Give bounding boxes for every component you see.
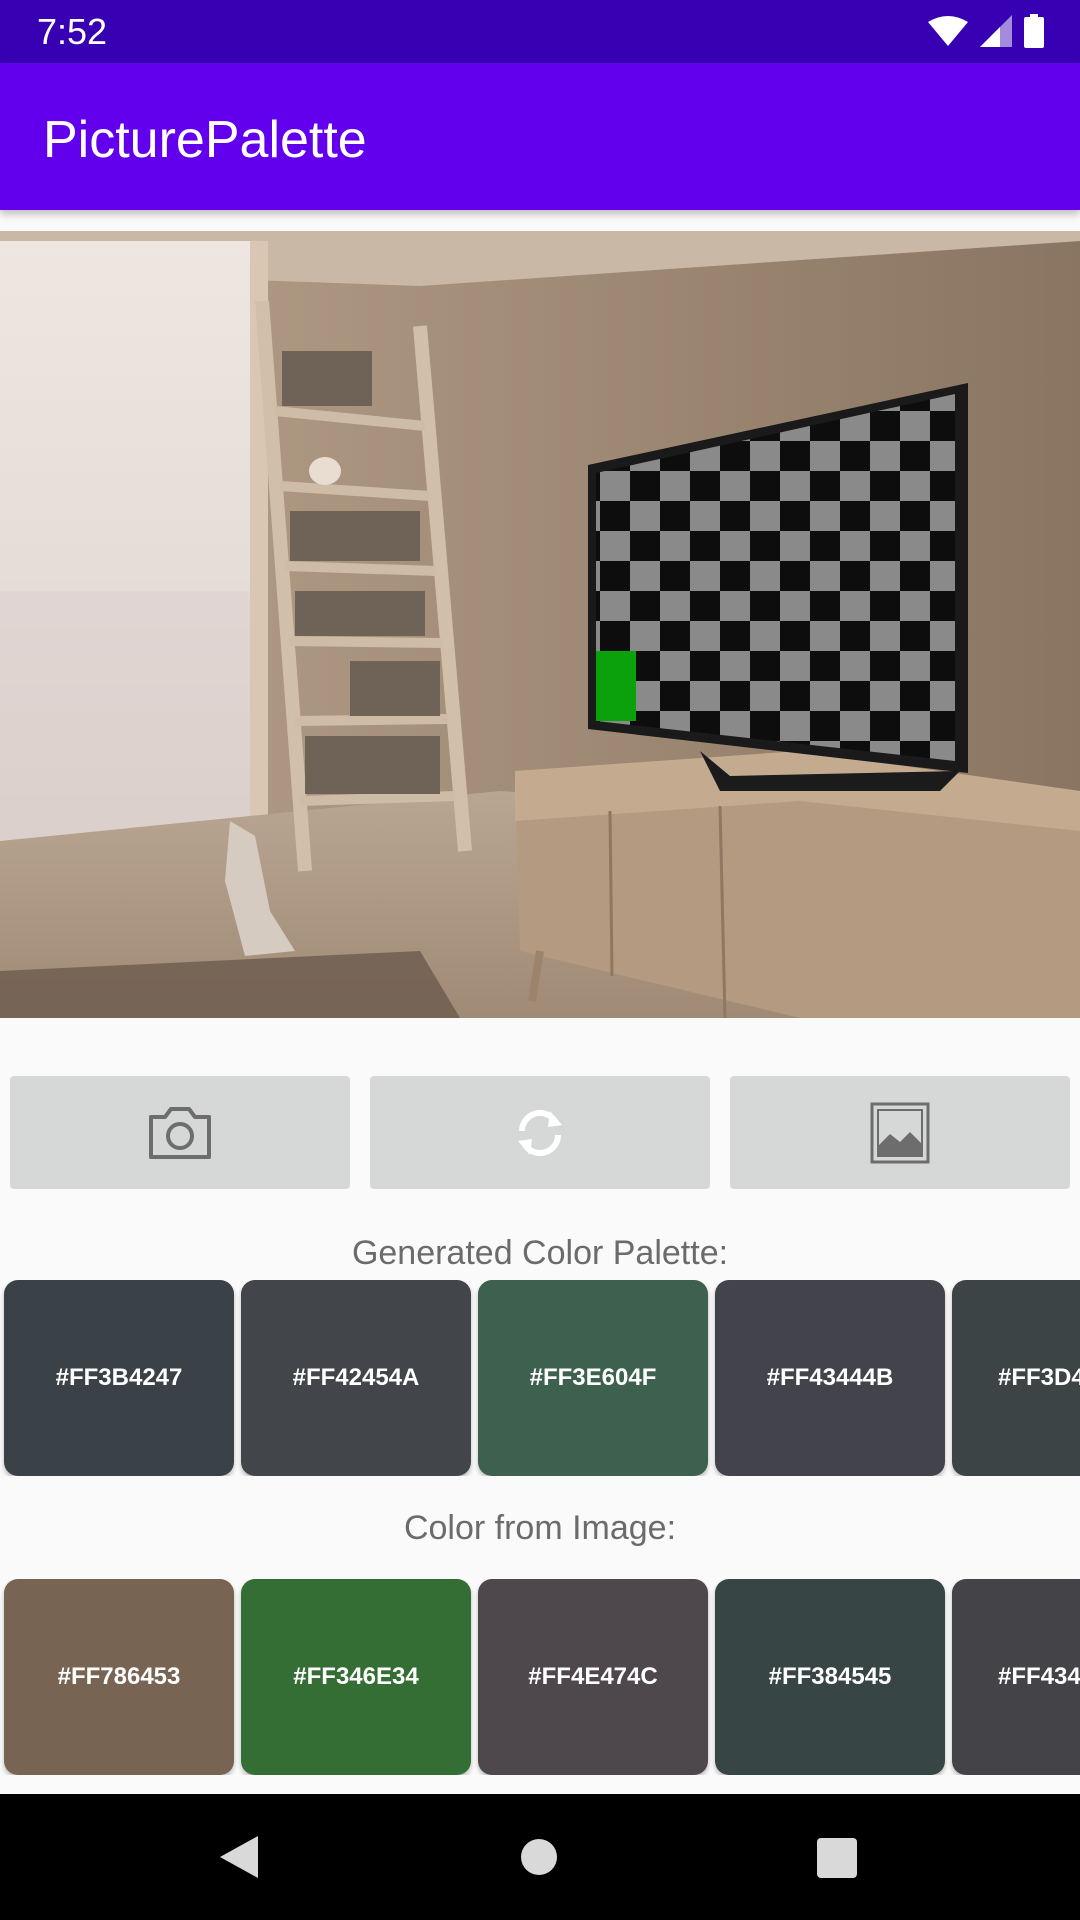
app-title: PicturePalette (43, 111, 367, 169)
back-icon[interactable] (218, 1834, 260, 1880)
status-icons (928, 14, 1044, 48)
generated-swatch[interactable]: #FF3E604F (478, 1280, 708, 1476)
image-swatch[interactable]: #FF4E474C (478, 1579, 708, 1775)
image-palette-label: Color from Image: (403, 1509, 677, 1547)
camera-button[interactable] (10, 1076, 350, 1189)
image-icon (870, 1102, 930, 1163)
refresh-button[interactable] (370, 1076, 710, 1189)
navigation-bar (0, 1794, 1080, 1920)
home-icon[interactable] (520, 1838, 558, 1876)
signal-icon (980, 15, 1012, 47)
picture-preview (0, 231, 1080, 1018)
highlighted-color-region (596, 651, 636, 721)
generated-swatch[interactable]: #FF43444B (715, 1280, 945, 1476)
room-photo (0, 231, 1080, 1018)
status-bar: 7:52 (0, 0, 1080, 63)
camera-icon (149, 1106, 211, 1159)
image-swatch[interactable]: #FF434 (952, 1579, 1080, 1775)
refresh-icon (518, 1109, 562, 1156)
battery-icon (1024, 14, 1044, 48)
image-palette-row: #FF786453 #FF346E34 #FF4E474C #FF384545 … (0, 1579, 1080, 1775)
generated-swatch[interactable]: #FF3B4247 (4, 1280, 234, 1476)
generated-swatch[interactable]: #FF42454A (241, 1280, 471, 1476)
image-swatch[interactable]: #FF384545 (715, 1579, 945, 1775)
generated-palette-label: Generated Color Palette: (351, 1234, 729, 1272)
wifi-icon (928, 16, 968, 46)
app-bar: PicturePalette (0, 63, 1080, 210)
generated-swatch[interactable]: #FF3D4 (952, 1280, 1080, 1476)
recents-icon[interactable] (817, 1838, 857, 1878)
image-swatch[interactable]: #FF786453 (4, 1579, 234, 1775)
status-time: 7:52 (37, 11, 108, 52)
gallery-button[interactable] (730, 1076, 1070, 1189)
generated-palette-row: #FF3B4247 #FF42454A #FF3E604F #FF43444B … (0, 1280, 1080, 1476)
image-swatch[interactable]: #FF346E34 (241, 1579, 471, 1775)
